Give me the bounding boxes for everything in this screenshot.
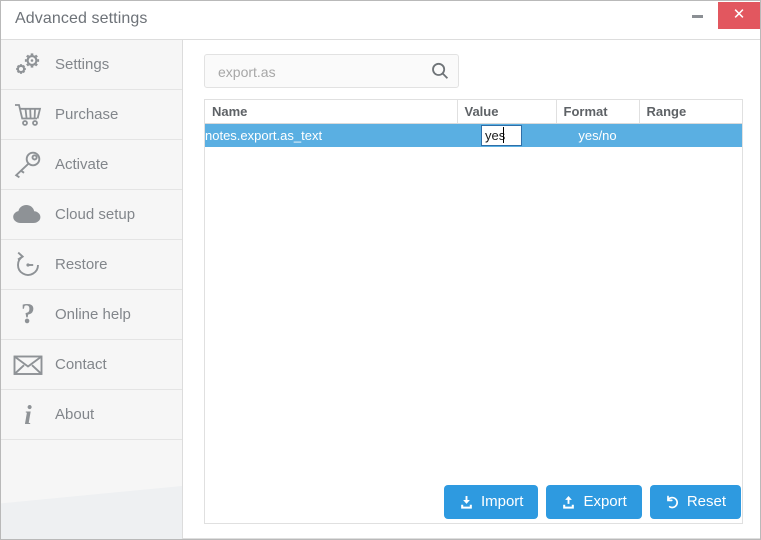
- cell-name[interactable]: notes.export.as_text: [205, 123, 457, 147]
- value-edit-input[interactable]: [481, 124, 522, 146]
- cell-format: yes/no: [556, 123, 639, 147]
- footer-divider: [183, 538, 760, 539]
- export-button[interactable]: Export: [546, 485, 642, 519]
- column-header-range[interactable]: Range: [639, 100, 742, 124]
- gears-icon: [1, 52, 55, 78]
- shopping-cart-icon: [1, 102, 55, 128]
- svg-text:?: ?: [21, 300, 35, 330]
- cell-value[interactable]: [457, 123, 556, 147]
- svg-text:i: i: [24, 400, 32, 430]
- sidebar: Settings Purchase Activate Cloud setup R…: [1, 40, 183, 539]
- column-header-name[interactable]: Name: [205, 100, 458, 124]
- sidebar-item-cloud-setup[interactable]: Cloud setup: [1, 190, 182, 240]
- minimize-icon: [691, 14, 703, 18]
- sidebar-item-label: Contact: [55, 356, 107, 373]
- title-bar: Advanced settings ✕: [1, 1, 760, 40]
- window-title: Advanced settings: [15, 10, 148, 27]
- sidebar-item-label: Activate: [55, 156, 109, 173]
- export-upload-icon: [561, 495, 576, 510]
- footer-button-row: Import Export Reset: [443, 485, 741, 519]
- reset-button-label: Reset: [686, 492, 726, 510]
- sidebar-item-restore[interactable]: Restore: [1, 240, 182, 290]
- export-button-label: Export: [583, 492, 627, 510]
- settings-table-element: Name Value Format Range notes.export.as_…: [205, 100, 742, 147]
- close-button[interactable]: ✕: [718, 2, 760, 29]
- sidebar-item-label: Cloud setup: [55, 206, 136, 223]
- table-header-row: Name Value Format Range: [205, 100, 742, 124]
- sidebar-decoration: [1, 478, 182, 539]
- question-mark-icon: ?: [1, 300, 55, 330]
- envelope-icon: [1, 354, 55, 376]
- import-download-icon: [459, 495, 474, 510]
- import-button-label: Import: [480, 492, 524, 510]
- cell-range: [639, 123, 742, 147]
- reset-button[interactable]: Reset: [649, 485, 741, 519]
- sidebar-item-settings[interactable]: Settings: [1, 40, 182, 90]
- key-icon: [1, 151, 55, 179]
- cloud-icon: [1, 204, 55, 226]
- search-input[interactable]: [216, 55, 425, 89]
- table-row[interactable]: notes.export.as_text yes/no: [205, 123, 742, 147]
- info-italic-icon: i: [1, 400, 55, 430]
- sidebar-item-activate[interactable]: Activate: [1, 140, 182, 190]
- search-box[interactable]: [204, 54, 459, 89]
- sidebar-item-about[interactable]: i About: [1, 390, 182, 440]
- column-header-value[interactable]: Value: [457, 100, 557, 124]
- close-icon: ✕: [732, 5, 746, 23]
- settings-table: Name Value Format Range notes.export.as_…: [204, 99, 743, 524]
- sidebar-item-label: About: [55, 406, 95, 423]
- sidebar-item-online-help[interactable]: ? Online help: [1, 290, 182, 340]
- search-icon[interactable]: [430, 61, 450, 81]
- restore-clock-icon: [1, 251, 55, 279]
- advanced-settings-window: Advanced settings ✕ Settings Purchase Ac…: [0, 0, 761, 540]
- footer-toolbar: Import Export Reset: [183, 483, 760, 539]
- minimize-button[interactable]: [676, 2, 718, 30]
- import-button[interactable]: Import: [443, 485, 539, 519]
- column-header-format[interactable]: Format: [556, 100, 640, 124]
- text-caret: [503, 126, 504, 143]
- sidebar-item-purchase[interactable]: Purchase: [1, 90, 182, 140]
- sidebar-item-label: Settings: [55, 56, 110, 73]
- window-body: Settings Purchase Activate Cloud setup R…: [1, 40, 760, 539]
- sidebar-item-label: Purchase: [55, 106, 119, 123]
- sidebar-item-label: Online help: [55, 306, 131, 323]
- undo-arrow-icon: [665, 495, 680, 510]
- content-panel: Name Value Format Range notes.export.as_…: [183, 40, 760, 539]
- sidebar-item-contact[interactable]: Contact: [1, 340, 182, 390]
- sidebar-item-label: Restore: [55, 256, 108, 273]
